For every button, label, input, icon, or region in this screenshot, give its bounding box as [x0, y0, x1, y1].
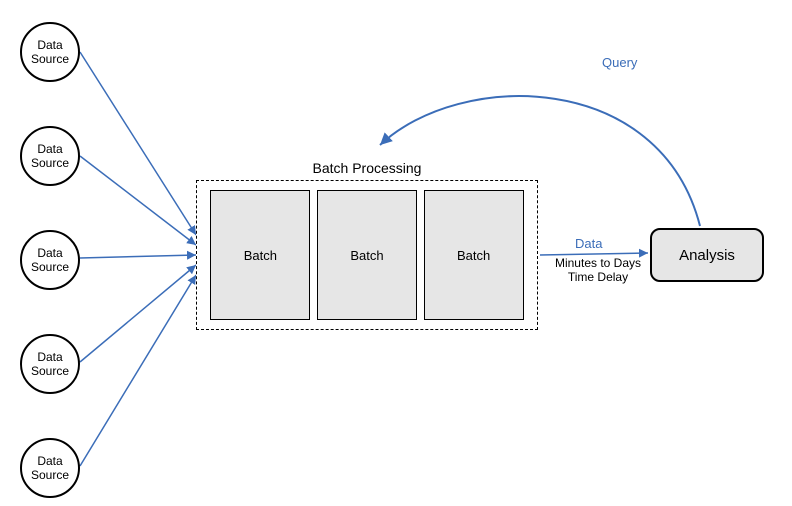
- batch-label: Batch: [350, 248, 383, 263]
- data-source-label: Data Source: [22, 38, 78, 67]
- data-source-label: Data Source: [22, 350, 78, 379]
- data-source-label: Data Source: [22, 454, 78, 483]
- data-source-node-4: Data Source: [20, 334, 80, 394]
- delay-edge-label: Minutes to Days Time Delay: [548, 256, 648, 284]
- data-edge-label: Data: [575, 236, 602, 251]
- batch-processing-title: Batch Processing: [196, 160, 538, 176]
- batch-box-1: Batch: [210, 190, 310, 320]
- batch-processing-container: Batch Batch Batch: [196, 180, 538, 330]
- analysis-node: Analysis: [650, 228, 764, 282]
- data-source-node-1: Data Source: [20, 22, 80, 82]
- analysis-label: Analysis: [679, 247, 735, 264]
- batch-label: Batch: [244, 248, 277, 263]
- data-source-node-3: Data Source: [20, 230, 80, 290]
- data-source-node-2: Data Source: [20, 126, 80, 186]
- data-source-node-5: Data Source: [20, 438, 80, 498]
- data-source-label: Data Source: [22, 246, 78, 275]
- batch-box-2: Batch: [317, 190, 417, 320]
- batch-box-3: Batch: [424, 190, 524, 320]
- data-source-label: Data Source: [22, 142, 78, 171]
- batch-label: Batch: [457, 248, 490, 263]
- query-edge-label: Query: [602, 55, 637, 70]
